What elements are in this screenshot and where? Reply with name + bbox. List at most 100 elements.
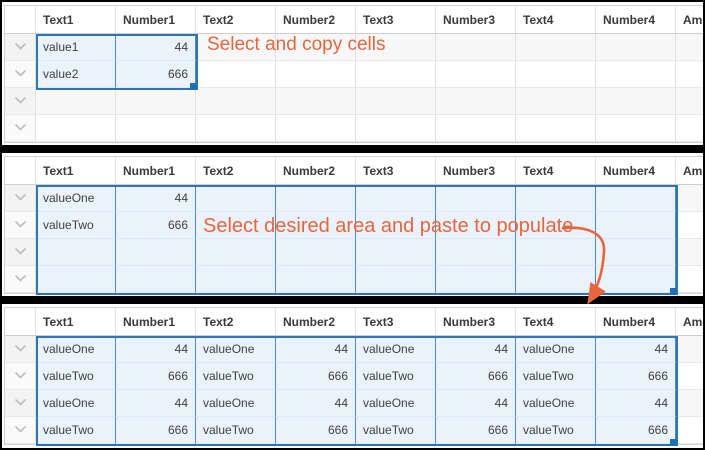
cell[interactable] <box>116 115 196 142</box>
cell[interactable]: valueOne <box>356 390 436 417</box>
cell[interactable]: valueOne <box>36 390 116 417</box>
row-handle[interactable] <box>5 212 36 239</box>
cell[interactable] <box>276 115 356 142</box>
cell[interactable] <box>356 115 436 142</box>
cell[interactable] <box>116 239 196 266</box>
column-header-text3[interactable]: Text3 <box>356 6 436 34</box>
cell[interactable]: valueTwo <box>36 212 116 239</box>
cell[interactable] <box>196 61 276 88</box>
cell[interactable] <box>676 417 703 444</box>
cell[interactable]: valueOne <box>36 185 116 212</box>
column-header-text1[interactable]: Text1 <box>36 308 116 336</box>
cell[interactable]: 666 <box>116 212 196 239</box>
cell[interactable] <box>436 34 516 61</box>
column-header-text2[interactable]: Text2 <box>196 6 276 34</box>
column-header-number1[interactable]: Number1 <box>116 157 196 185</box>
cell[interactable] <box>596 239 676 266</box>
cell[interactable] <box>596 61 676 88</box>
cell[interactable] <box>676 88 703 115</box>
cell[interactable] <box>516 88 596 115</box>
cell[interactable] <box>276 88 356 115</box>
column-header-number1[interactable]: Number1 <box>116 308 196 336</box>
column-header-number3[interactable]: Number3 <box>436 157 516 185</box>
cell[interactable] <box>356 266 436 293</box>
column-header-text2[interactable]: Text2 <box>196 157 276 185</box>
cell[interactable] <box>276 266 356 293</box>
column-header-amount[interactable]: Amount <box>676 6 703 34</box>
cell[interactable]: value1 <box>36 34 116 61</box>
cell[interactable]: valueTwo <box>36 363 116 390</box>
cell[interactable] <box>596 115 676 142</box>
column-header-number3[interactable]: Number3 <box>436 6 516 34</box>
cell[interactable]: valueOne <box>516 336 596 363</box>
cell[interactable]: valueTwo <box>196 363 276 390</box>
cell[interactable]: 44 <box>116 34 196 61</box>
chevron-down-icon[interactable] <box>14 274 27 283</box>
cell[interactable]: valueTwo <box>36 417 116 444</box>
chevron-down-icon[interactable] <box>14 425 27 434</box>
cell[interactable] <box>436 88 516 115</box>
cell[interactable] <box>356 88 436 115</box>
cell[interactable]: 666 <box>596 417 676 444</box>
column-header-text4[interactable]: Text4 <box>516 6 596 34</box>
row-handle[interactable] <box>5 363 36 390</box>
cell[interactable]: valueOne <box>356 336 436 363</box>
cell[interactable] <box>596 212 676 239</box>
cell[interactable] <box>676 34 703 61</box>
cell[interactable]: 666 <box>276 363 356 390</box>
cell[interactable] <box>676 212 703 239</box>
chevron-down-icon[interactable] <box>14 96 27 105</box>
column-header-number4[interactable]: Number4 <box>596 6 676 34</box>
cell[interactable]: 666 <box>436 417 516 444</box>
cell[interactable] <box>676 336 703 363</box>
cell[interactable] <box>436 212 516 239</box>
cell[interactable] <box>356 34 436 61</box>
cell[interactable] <box>676 185 703 212</box>
row-handle[interactable] <box>5 61 36 88</box>
cell[interactable] <box>676 363 703 390</box>
row-handle[interactable] <box>5 336 36 363</box>
cell[interactable] <box>676 61 703 88</box>
chevron-down-icon[interactable] <box>14 398 27 407</box>
chevron-down-icon[interactable] <box>14 193 27 202</box>
cell[interactable] <box>596 34 676 61</box>
cell[interactable]: valueOne <box>196 336 276 363</box>
cell[interactable] <box>276 239 356 266</box>
cell[interactable]: 44 <box>116 336 196 363</box>
cell[interactable]: 44 <box>116 185 196 212</box>
row-handle[interactable] <box>5 88 36 115</box>
cell[interactable] <box>276 34 356 61</box>
fill-handle[interactable] <box>190 83 197 90</box>
row-handle[interactable] <box>5 115 36 142</box>
cell[interactable] <box>516 212 596 239</box>
cell[interactable] <box>276 185 356 212</box>
column-header-number3[interactable]: Number3 <box>436 308 516 336</box>
chevron-down-icon[interactable] <box>14 371 27 380</box>
cell[interactable]: value2 <box>36 61 116 88</box>
chevron-down-icon[interactable] <box>14 42 27 51</box>
row-handle[interactable] <box>5 185 36 212</box>
cell[interactable]: 44 <box>276 336 356 363</box>
cell[interactable]: 666 <box>116 417 196 444</box>
cell[interactable] <box>436 266 516 293</box>
cell[interactable] <box>676 390 703 417</box>
cell[interactable]: valueOne <box>516 390 596 417</box>
column-header-text1[interactable]: Text1 <box>36 6 116 34</box>
cell[interactable] <box>596 266 676 293</box>
cell[interactable] <box>356 185 436 212</box>
cell[interactable] <box>356 239 436 266</box>
column-header-text4[interactable]: Text4 <box>516 308 596 336</box>
cell[interactable]: valueTwo <box>356 417 436 444</box>
chevron-down-icon[interactable] <box>14 220 27 229</box>
cell[interactable] <box>276 212 356 239</box>
chevron-down-icon[interactable] <box>14 247 27 256</box>
cell[interactable] <box>676 239 703 266</box>
cell[interactable] <box>36 239 116 266</box>
cell[interactable] <box>436 185 516 212</box>
row-handle[interactable] <box>5 34 36 61</box>
cell[interactable] <box>676 115 703 142</box>
cell[interactable] <box>436 115 516 142</box>
cell[interactable] <box>196 212 276 239</box>
cell[interactable] <box>36 115 116 142</box>
cell[interactable]: 666 <box>436 363 516 390</box>
